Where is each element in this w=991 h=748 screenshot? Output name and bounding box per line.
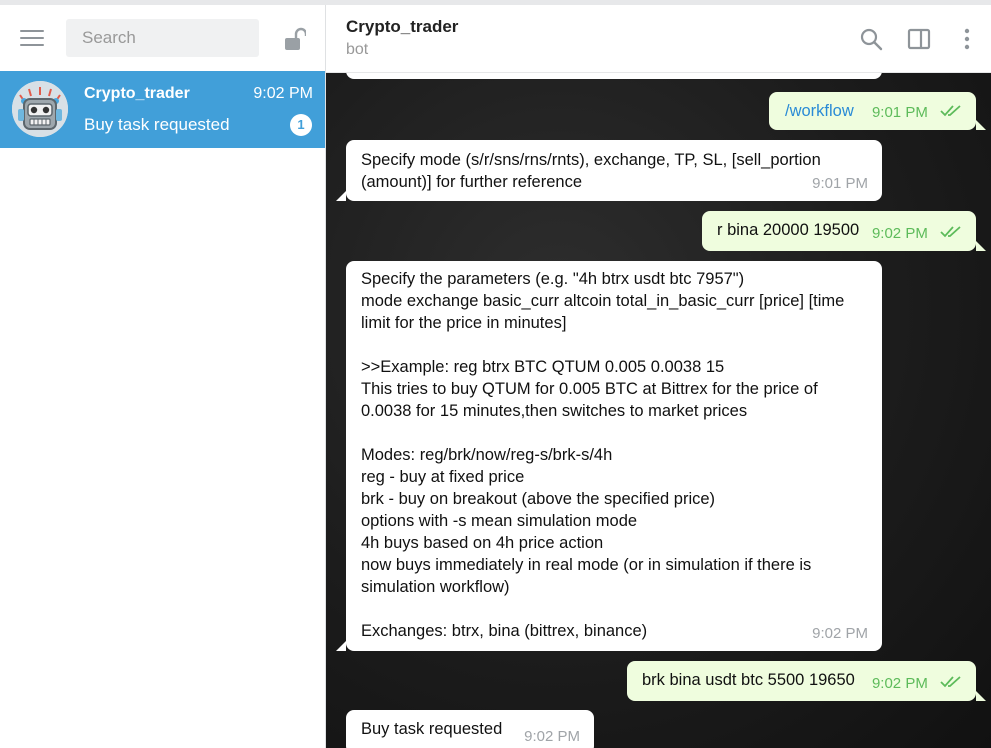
- more-vertical-icon[interactable]: [955, 27, 979, 51]
- message-history[interactable]: /workflow 9:01 PM Specify mode (s/r/sns/…: [326, 73, 991, 748]
- chat-last-message: Buy task requested: [84, 115, 230, 135]
- message-bubble-outgoing[interactable]: r bina 20000 19500 9:02 PM: [702, 211, 976, 251]
- message-meta: 9:01 PM: [872, 102, 962, 124]
- message-bubble-outgoing[interactable]: brk bina usdt btc 5500 19650 9:02 PM: [627, 661, 976, 701]
- message-bubble-partial: [346, 73, 882, 79]
- search-input[interactable]: [66, 19, 259, 57]
- chat-header: Crypto_trader bot: [326, 5, 991, 73]
- message-time: 9:02 PM: [812, 623, 868, 645]
- robot-avatar-icon: [12, 81, 68, 137]
- peer-name[interactable]: Crypto_trader: [346, 17, 458, 37]
- message-bubble-incoming[interactable]: Specify the parameters (e.g. "4h btrx us…: [346, 261, 882, 651]
- message-text: Specify mode (s/r/sns/rns/rnts), exchang…: [361, 149, 851, 193]
- chat-time: 9:02 PM: [253, 85, 313, 103]
- message-time: 9:02 PM: [872, 225, 928, 242]
- double-check-icon: [940, 223, 962, 245]
- sidebar-header: [0, 5, 325, 71]
- message-bubble-outgoing[interactable]: /workflow 9:01 PM: [769, 92, 976, 130]
- message-time: 9:02 PM: [524, 726, 580, 748]
- double-check-icon: [940, 102, 962, 124]
- unlocked-padlock-icon[interactable]: [282, 27, 306, 53]
- bubble-tail: [976, 691, 986, 701]
- message-text: r bina 20000 19500: [717, 221, 859, 239]
- double-check-icon: [940, 673, 962, 695]
- chat-list-sidebar: Crypto_trader 9:02 PM Buy task requested…: [0, 5, 325, 748]
- hamburger-menu-icon[interactable]: [20, 28, 44, 48]
- bubble-tail: [336, 641, 346, 651]
- message-time: 9:02 PM: [872, 675, 928, 692]
- unread-badge: 1: [290, 114, 312, 136]
- bubble-tail: [976, 241, 986, 251]
- message-meta: 9:02 PM: [872, 223, 962, 245]
- message-text: Buy task requested: [361, 720, 502, 738]
- message-time: 9:01 PM: [812, 173, 868, 195]
- message-text: brk bina usdt btc 5500 19650: [642, 671, 855, 689]
- message-meta: 9:02 PM: [872, 673, 962, 695]
- peer-status: bot: [346, 41, 368, 59]
- message-text: Specify the parameters (e.g. "4h btrx us…: [361, 268, 866, 642]
- message-time: 9:01 PM: [872, 104, 928, 121]
- chat-name: Crypto_trader: [84, 85, 190, 103]
- bubble-tail: [336, 191, 346, 201]
- message-bubble-incoming[interactable]: Buy task requested 9:02 PM: [346, 710, 594, 748]
- message-bubble-incoming[interactable]: Specify mode (s/r/sns/rns/rnts), exchang…: [346, 140, 882, 201]
- bubble-tail: [976, 120, 986, 130]
- chat-list-item[interactable]: Crypto_trader 9:02 PM Buy task requested…: [0, 71, 325, 148]
- search-icon[interactable]: [859, 27, 883, 51]
- bot-command-link[interactable]: /workflow: [785, 102, 854, 120]
- sidebar-toggle-icon[interactable]: [907, 27, 931, 51]
